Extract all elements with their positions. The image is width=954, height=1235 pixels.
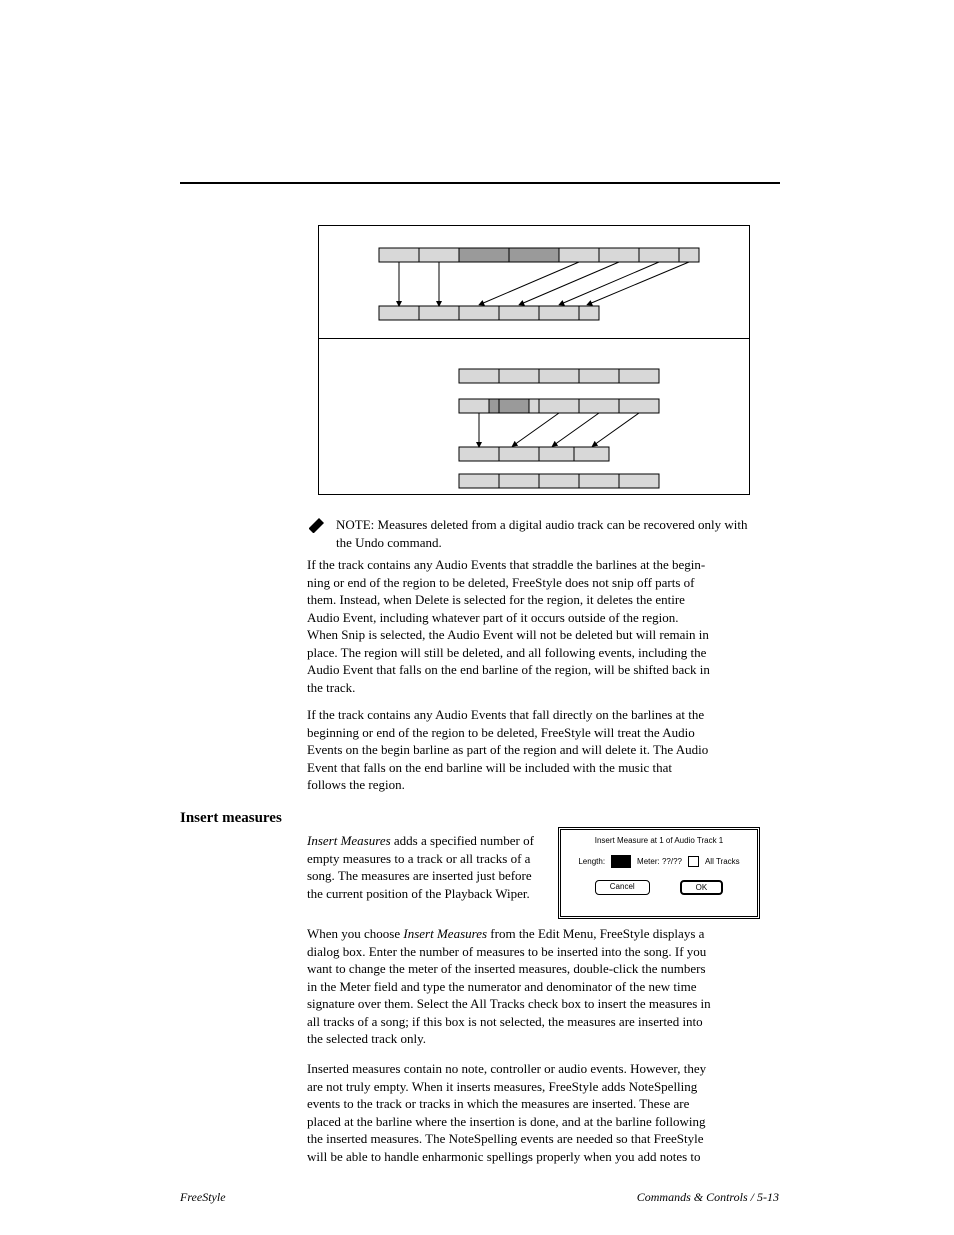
dialog-title: Insert Measure at 1 of Audio Track 1 — [561, 836, 757, 845]
paragraph-insert-3: Inserted measures contain no note, contr… — [307, 1060, 777, 1165]
footer-right: Commands & Controls / 5-13 — [637, 1190, 779, 1205]
paragraph-insert-1: Insert Measures adds a specified number … — [307, 832, 547, 902]
paragraph-straddle: If the track contains any Audio Events t… — [307, 556, 777, 696]
paragraph-insert-2: When you choose Insert Measures from the… — [307, 925, 777, 1048]
insert-measure-dialog: Insert Measure at 1 of Audio Track 1 Len… — [558, 827, 760, 919]
cancel-button[interactable]: Cancel — [595, 880, 650, 895]
ok-button[interactable]: OK — [680, 880, 724, 895]
diagram-delete-measures-2 — [318, 338, 750, 495]
all-tracks-label: All Tracks — [705, 857, 740, 866]
heading-insert-measures: Insert measures — [180, 810, 282, 827]
horizontal-rule — [180, 182, 780, 184]
meter-label: Meter: ??/?? — [637, 857, 682, 866]
diagram-delete-measures-1 — [318, 225, 750, 339]
all-tracks-checkbox[interactable] — [688, 856, 699, 867]
paragraph-barline: If the track contains any Audio Events t… — [307, 706, 777, 794]
note-icon — [307, 515, 327, 535]
footer-left: FreeStyle — [180, 1190, 226, 1205]
note-text: NOTE: Measures deleted from a digital au… — [336, 516, 776, 551]
length-field[interactable] — [611, 855, 631, 868]
length-label: Length: — [578, 857, 605, 866]
